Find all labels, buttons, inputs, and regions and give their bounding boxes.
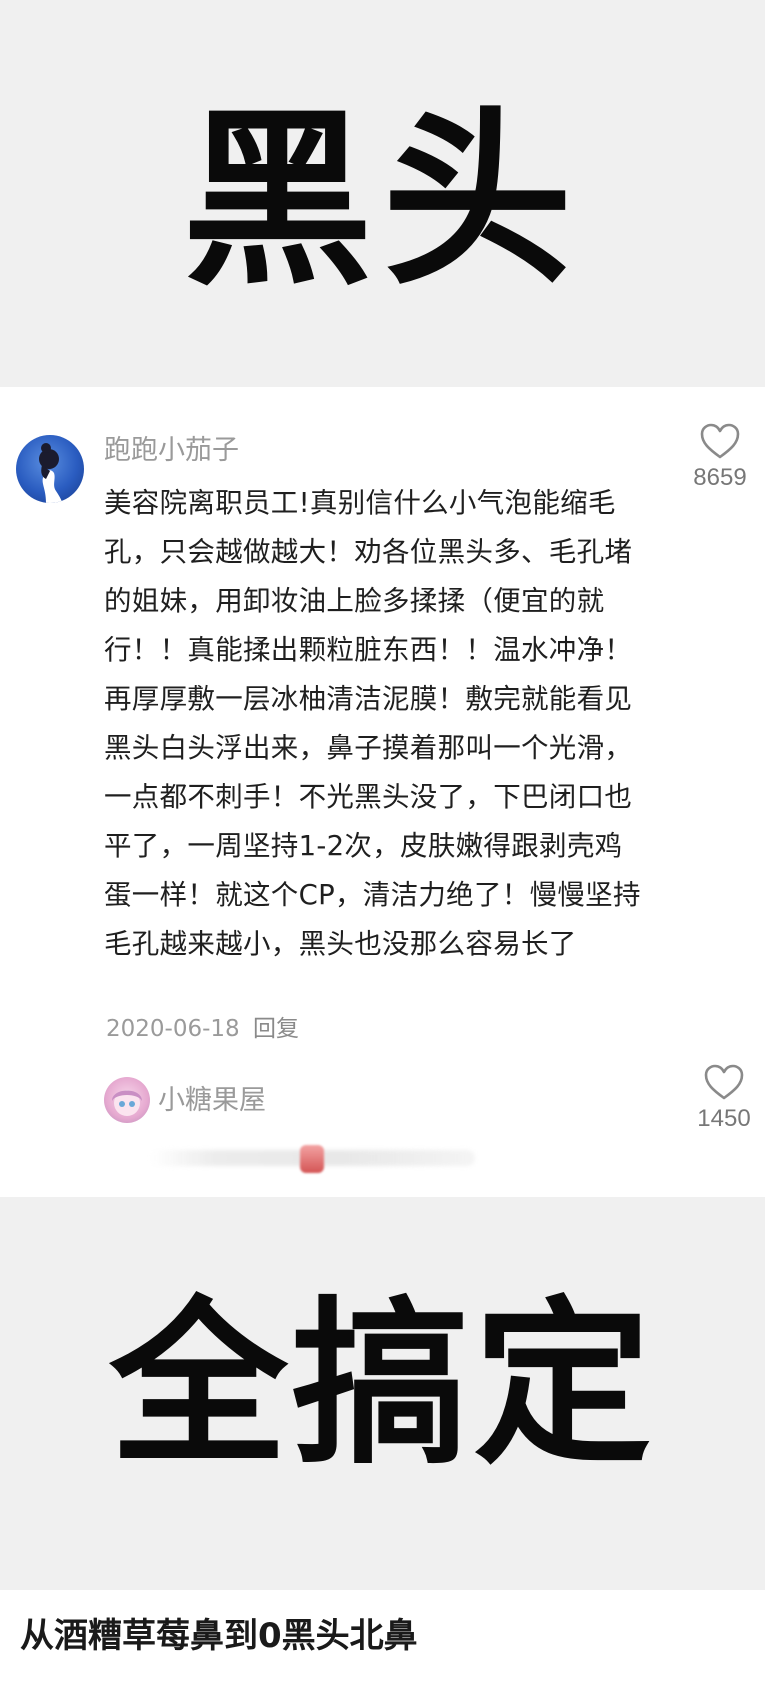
like-count: 8659: [693, 464, 747, 491]
like-count: 1450: [697, 1105, 751, 1132]
banner-title-all-done: 全搞定: [109, 1279, 656, 1488]
comment-meta: 2020-06-18 回复: [106, 1014, 299, 1044]
user-avatar[interactable]: [104, 1077, 150, 1123]
like-button[interactable]: 1450: [694, 1063, 754, 1133]
top-banner: 黑头: [0, 0, 765, 387]
reply-button[interactable]: 回复: [253, 1016, 299, 1042]
comment-body: 美容院离职员工!真别信什么小气泡能缩毛孔，只会越做越大！劝各位黑头多、毛孔堵的姐…: [104, 487, 641, 960]
blurred-emoji: [300, 1145, 324, 1173]
comment-date: 2020-06-18: [106, 1016, 240, 1042]
user-avatar[interactable]: [16, 435, 84, 503]
like-button[interactable]: 8659: [690, 422, 750, 492]
post-caption: 从酒糟草莓鼻到0黑头北鼻: [20, 1616, 418, 1656]
comment-username[interactable]: 小糖果屋: [158, 1083, 266, 1119]
comment-username[interactable]: 跑跑小茄子: [104, 433, 239, 469]
comment-section: 跑跑小茄子 美容院离职员工!真别信什么小气泡能缩毛孔，只会越做越大！劝各位黑头多…: [0, 387, 765, 1197]
avatar-anime-girl-icon: [112, 1090, 142, 1116]
heart-outline-icon: [694, 1063, 754, 1101]
bottom-banner: 全搞定: [0, 1197, 765, 1590]
avatar-woman-icon: [39, 443, 62, 503]
banner-title-blackhead: 黑头: [182, 88, 583, 311]
heart-outline-icon: [690, 422, 750, 460]
